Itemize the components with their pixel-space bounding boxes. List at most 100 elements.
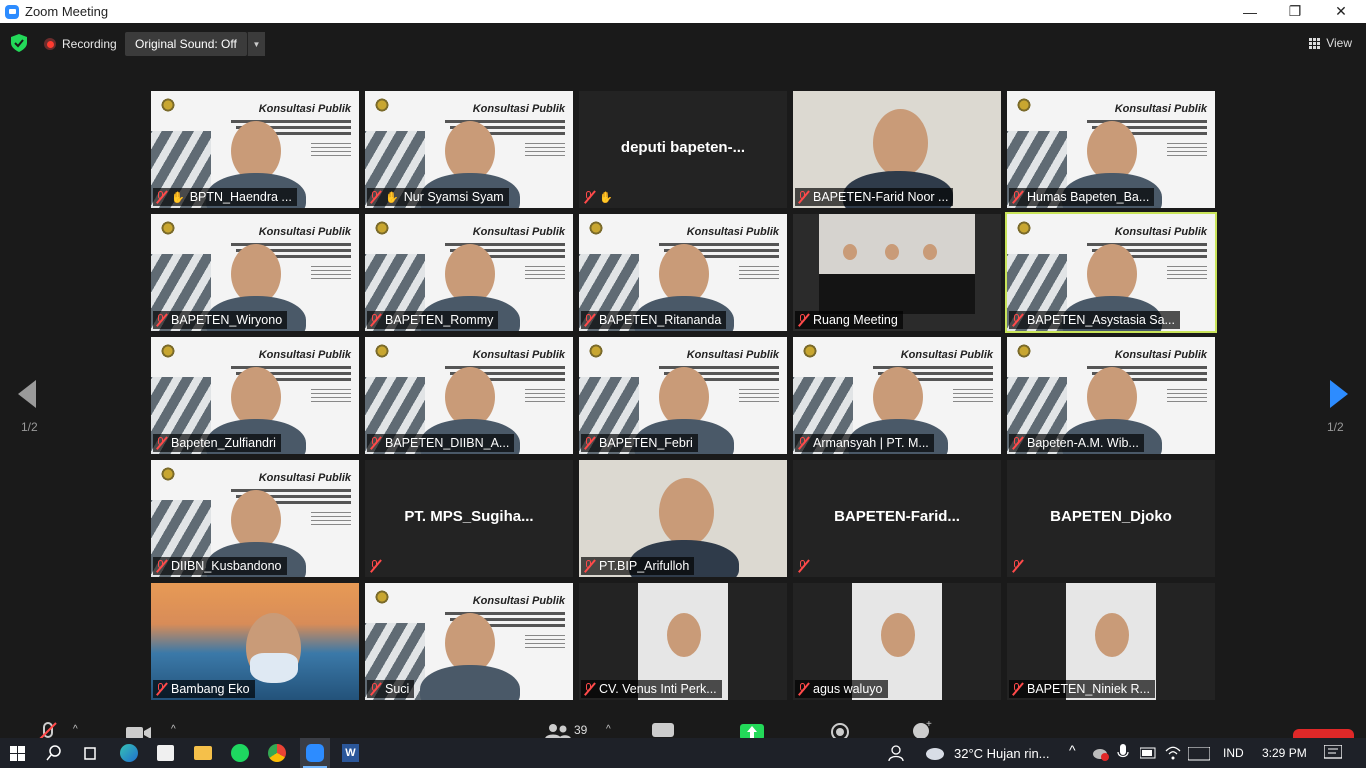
original-sound-button[interactable]: Original Sound: Off — [125, 32, 247, 56]
muted-mic-icon — [798, 436, 808, 450]
participant-tile[interactable]: Konsultasi Publik BAPETEN_Ritananda — [579, 214, 787, 331]
next-page-button[interactable] — [1328, 380, 1348, 413]
recording-indicator[interactable]: Recording — [44, 37, 117, 51]
participant-tile[interactable]: Konsultasi Publik Bapeten_Zulfiandri — [151, 337, 359, 454]
participant-tile[interactable]: Konsultasi Publik BAPETEN_DIIBN_A... — [365, 337, 573, 454]
participant-name-label: BAPETEN_DIIBN_A... — [367, 434, 515, 452]
participant-face — [231, 244, 281, 304]
participant-tile[interactable]: Bambang Eko — [151, 583, 359, 700]
input-language[interactable]: IND — [1223, 746, 1244, 760]
slide-title: Konsultasi Publik — [900, 349, 993, 361]
task-view-icon[interactable] — [82, 746, 98, 761]
muted-mic-icon — [584, 559, 594, 573]
encryption-shield-icon[interactable] — [11, 34, 27, 52]
participant-tile[interactable]: deputi bapeten-... ✋ — [579, 91, 787, 208]
participant-tile[interactable]: Konsultasi Publik DIIBN_Kusbandono — [151, 460, 359, 577]
restore-button[interactable]: ❐ — [1272, 0, 1318, 23]
participants-options-caret[interactable]: ^ — [606, 724, 611, 735]
participant-tile[interactable]: Konsultasi Publik ✋ BPTN_Haendra ... — [151, 91, 359, 208]
zoom-taskbar-item[interactable] — [300, 738, 330, 768]
emblem-icon — [587, 219, 605, 237]
participant-tile[interactable]: Konsultasi Publik Armansyah | PT. M... — [793, 337, 1001, 454]
muted-mic-icon — [156, 559, 166, 573]
muted-mic-icon — [370, 559, 380, 573]
edge-browser-icon[interactable] — [120, 744, 138, 762]
participant-tile[interactable]: BAPETEN_Niniek R... — [1007, 583, 1215, 700]
muted-mic-icon — [156, 190, 166, 204]
emblem-icon — [159, 219, 177, 237]
search-icon[interactable] — [46, 745, 62, 761]
prev-page-button[interactable] — [18, 380, 38, 413]
weather-text[interactable]: 32°C Hujan rin... — [954, 746, 1050, 761]
participant-tile[interactable]: PT. MPS_Sugiha... — [365, 460, 573, 577]
close-button[interactable]: ✕ — [1318, 0, 1364, 23]
participant-tile[interactable]: PT.BIP_Arifulloh — [579, 460, 787, 577]
participant-display-name: BAPETEN-Farid... — [834, 508, 960, 525]
participant-tile[interactable]: BAPETEN_Djoko — [1007, 460, 1215, 577]
raised-hand-icon: ✋ — [385, 191, 399, 204]
emblem-icon — [159, 465, 177, 483]
view-label: View — [1326, 36, 1352, 50]
slide-title: Konsultasi Publik — [686, 226, 779, 238]
participant-name-label: Humas Bapeten_Ba... — [1009, 188, 1155, 206]
emblem-icon — [1015, 342, 1033, 360]
weather-cloud-icon[interactable] — [923, 745, 945, 761]
show-hidden-icons[interactable]: ^ — [1069, 742, 1076, 758]
participant-tile[interactable]: Ruang Meeting — [793, 214, 1001, 331]
participant-tile[interactable]: agus waluyo — [793, 583, 1001, 700]
participant-tile[interactable]: Konsultasi Publik Humas Bapeten_Ba... — [1007, 91, 1215, 208]
muted-mic-icon — [1012, 682, 1022, 696]
participants-icon[interactable] — [545, 723, 571, 739]
keyboard-icon[interactable] — [1188, 747, 1210, 761]
battery-icon[interactable] — [1140, 747, 1158, 759]
participant-name: Ruang Meeting — [813, 313, 898, 327]
participant-display-name: BAPETEN_Djoko — [1050, 508, 1172, 525]
chat-icon[interactable] — [652, 723, 674, 739]
slide-title: Konsultasi Publik — [1114, 226, 1207, 238]
participant-name: BAPETEN_Ritananda — [599, 313, 722, 327]
participant-tile[interactable]: Konsultasi Publik ✋ Nur Syamsi Syam — [365, 91, 573, 208]
participant-name: Humas Bapeten_Ba... — [1027, 190, 1150, 204]
meeting-top-bar: Recording Original Sound: Off ▼ View — [0, 23, 1366, 65]
audio-options-caret[interactable]: ^ — [73, 724, 78, 735]
people-icon[interactable] — [888, 745, 904, 761]
slide-title: Konsultasi Publik — [258, 103, 351, 115]
store-icon[interactable] — [157, 745, 174, 761]
participant-tile[interactable]: Konsultasi Publik BAPETEN_Rommy — [365, 214, 573, 331]
windows-start-icon[interactable] — [10, 746, 25, 761]
participant-tile[interactable]: CV. Venus Inti Perk... — [579, 583, 787, 700]
file-explorer-icon[interactable] — [194, 746, 212, 760]
participant-tile[interactable]: Konsultasi Publik Bapeten-A.M. Wib... — [1007, 337, 1215, 454]
participant-tile[interactable]: Konsultasi Publik Suci — [365, 583, 573, 700]
word-icon[interactable]: W — [342, 744, 359, 762]
chrome-icon[interactable] — [268, 744, 286, 762]
slide-title: Konsultasi Publik — [258, 472, 351, 484]
video-options-caret[interactable]: ^ — [171, 724, 176, 735]
wifi-icon[interactable] — [1165, 745, 1181, 761]
zoom-app-icon — [306, 744, 324, 762]
window-title-bar: Zoom Meeting — ❐ ✕ — [0, 0, 1366, 23]
participant-tile[interactable]: BAPETEN-Farid... — [793, 460, 1001, 577]
participant-tile[interactable]: Konsultasi Publik BAPETEN_Wiryono — [151, 214, 359, 331]
emblem-icon — [373, 96, 391, 114]
participant-tile[interactable]: Konsultasi Publik BAPETEN_Febri — [579, 337, 787, 454]
participant-name-label: BAPETEN_Febri — [581, 434, 698, 452]
view-button[interactable]: View — [1309, 36, 1352, 50]
notifications-icon[interactable] — [1324, 745, 1342, 761]
participant-name-label: Armansyah | PT. M... — [795, 434, 934, 452]
participant-face — [1087, 121, 1137, 181]
original-sound-dropdown[interactable]: ▼ — [247, 32, 265, 56]
cloud-sync-icon[interactable] — [1092, 746, 1110, 762]
minimize-button[interactable]: — — [1227, 0, 1273, 23]
reactions-icon[interactable]: + — [912, 719, 934, 739]
video-camera-icon[interactable] — [126, 725, 152, 739]
participant-tile[interactable]: BAPETEN-Farid Noor ... — [793, 91, 1001, 208]
participant-name: Bambang Eko — [171, 682, 250, 696]
microphone-icon[interactable] — [1117, 744, 1129, 762]
participant-display-name: deputi bapeten-... — [620, 139, 746, 156]
spotify-icon[interactable] — [231, 744, 249, 762]
muted-mic-icon — [798, 313, 808, 327]
clock[interactable]: 3:29 PM — [1262, 746, 1307, 760]
participant-tile[interactable]: Konsultasi Publik BAPETEN_Asystasia Sa..… — [1005, 212, 1217, 333]
emblem-icon — [587, 342, 605, 360]
